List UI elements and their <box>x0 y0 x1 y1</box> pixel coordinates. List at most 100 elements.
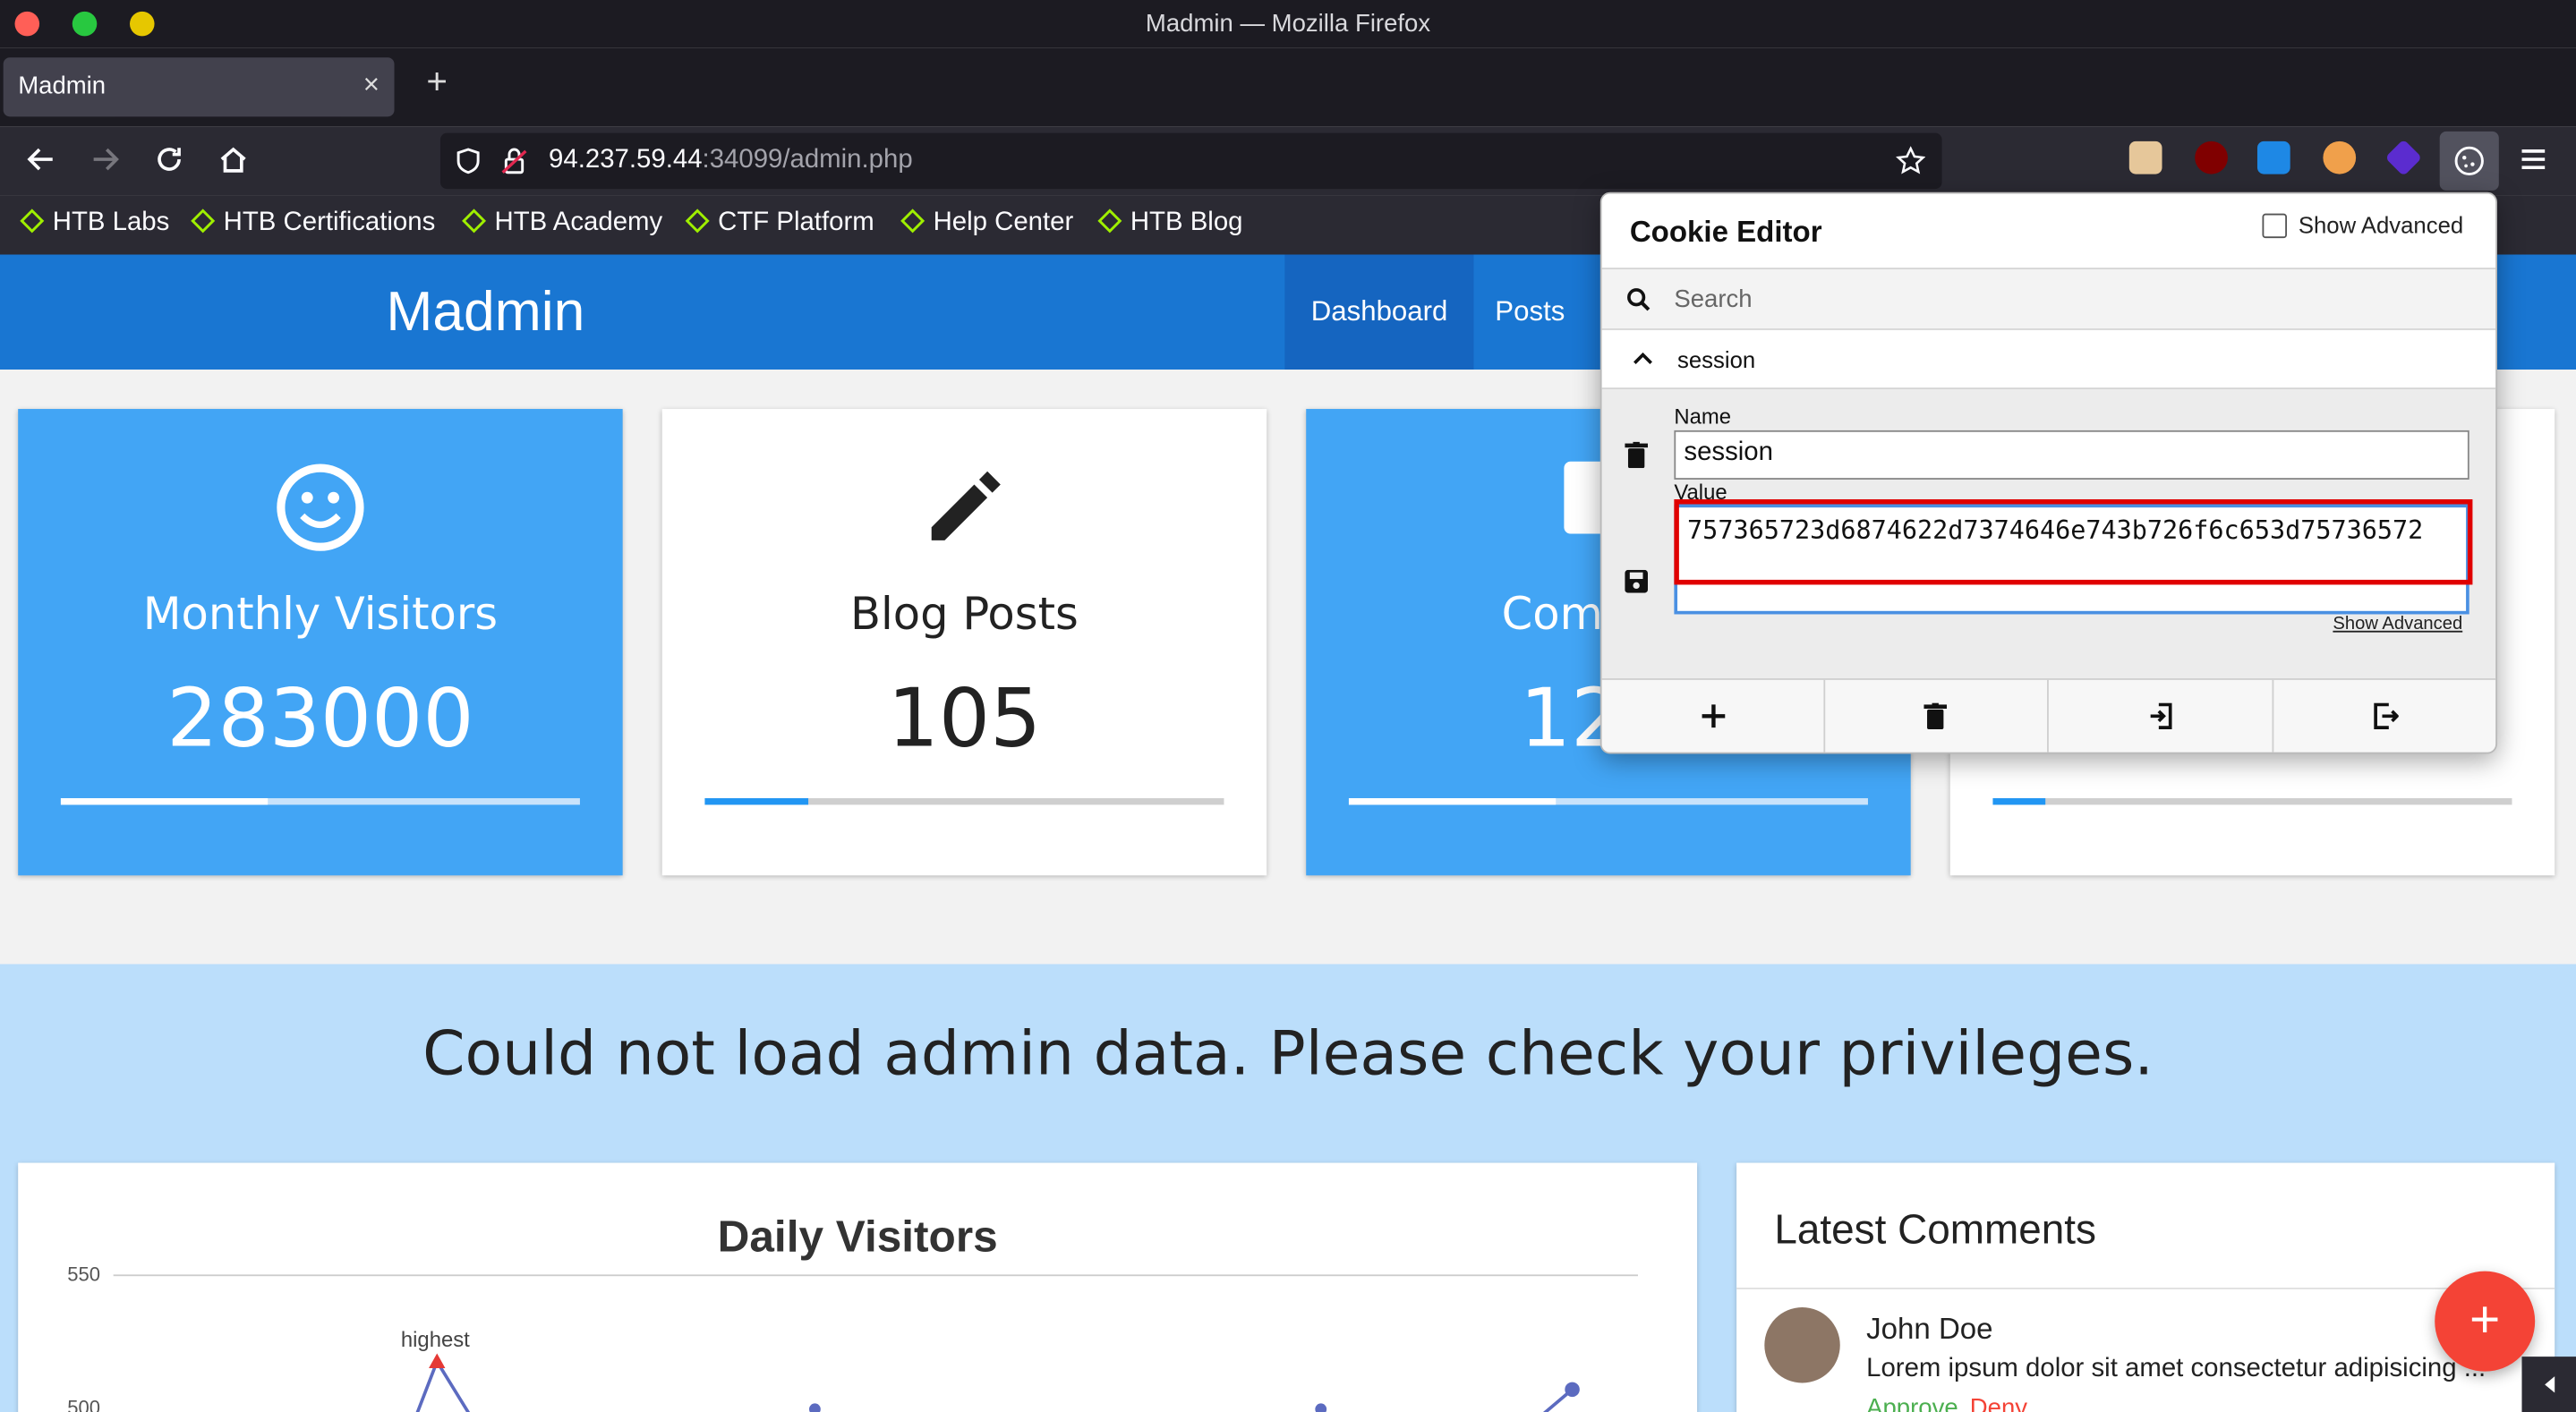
sidebar-toggle[interactable] <box>2521 1357 2576 1412</box>
cookie-name-input[interactable]: session <box>1674 430 2469 480</box>
latest-comments-panel: Latest Comments John Doe Lorem ipsum dol… <box>1736 1162 2555 1412</box>
cookie-icon <box>2454 146 2484 176</box>
menu-dashboard[interactable]: Dashboard <box>1284 254 1474 370</box>
progress-fill <box>1992 798 2045 805</box>
smile-icon <box>277 464 364 551</box>
caret-left-icon <box>2545 1376 2555 1393</box>
data-point <box>808 1403 821 1412</box>
reload-icon <box>158 148 181 171</box>
bookmark-htb-academy[interactable]: HTB Academy <box>462 208 662 238</box>
card-title: Blog Posts <box>850 589 1079 641</box>
extension-cookie-icon[interactable] <box>2323 140 2357 174</box>
stat-card-blog-posts: Blog Posts 105 <box>661 409 1267 876</box>
close-tab-icon[interactable]: × <box>363 69 380 102</box>
highlight-box <box>1674 498 2473 585</box>
add-cookie-button[interactable] <box>1602 679 1826 753</box>
comment-author: John Doe <box>1866 1312 1993 1346</box>
browser-tab[interactable]: Madmin × <box>3 57 395 117</box>
cookie-editor-popup: Cookie Editor Show Advanced Search sessi… <box>1599 191 2497 754</box>
home-button[interactable] <box>215 143 251 179</box>
bookmark-label: CTF Platform <box>718 208 874 237</box>
show-advanced-link[interactable]: Show Advanced <box>2333 614 2462 634</box>
back-button[interactable] <box>23 143 59 179</box>
bookmark-star-icon[interactable] <box>1896 146 1926 175</box>
bookmark-htb-blog[interactable]: HTB Blog <box>1097 208 1243 238</box>
shield-icon[interactable] <box>454 146 483 175</box>
show-advanced-label[interactable]: Show Advanced <box>2299 212 2463 238</box>
cookie-editor-header: Cookie Editor Show Advanced <box>1601 193 2496 270</box>
forward-button[interactable] <box>87 143 123 179</box>
progress-fill <box>1348 798 1557 805</box>
search-icon <box>1627 288 1651 311</box>
extension-s-icon[interactable] <box>2256 140 2290 174</box>
cookie-search-field[interactable]: Search <box>1601 269 2496 330</box>
bookmark-label: HTB Certifications <box>223 208 436 237</box>
import-button[interactable] <box>2051 679 2274 753</box>
progress-bar <box>1992 798 2512 805</box>
chevron-up-icon <box>1633 352 1652 364</box>
approve-link[interactable]: Approve <box>1866 1394 1958 1412</box>
progress-bar <box>1348 798 1868 805</box>
url-text: 94.237.59.44:34099/admin.php <box>549 146 913 175</box>
show-advanced-checkbox[interactable] <box>2262 213 2288 239</box>
trash-icon[interactable] <box>1625 441 1649 469</box>
url-path: :34099/admin.php <box>702 146 913 174</box>
bookmark-htb-labs[interactable]: HTB Labs <box>20 208 170 238</box>
divider <box>1736 1288 2555 1289</box>
bookmark-ctf-platform[interactable]: CTF Platform <box>685 208 874 238</box>
comments-title: Latest Comments <box>1774 1207 2096 1254</box>
export-button[interactable] <box>2273 680 2495 753</box>
delete-all-button[interactable] <box>1825 679 2049 753</box>
series-line <box>415 1357 471 1412</box>
banner-message: Could not load admin data. Please check … <box>422 1018 2154 1089</box>
extension-diamond-icon[interactable] <box>2384 139 2423 176</box>
cookie-editor-title: Cookie Editor <box>1629 215 1822 249</box>
home-icon <box>220 147 246 173</box>
add-fab-button[interactable]: + <box>2435 1271 2536 1372</box>
htb-cube-icon <box>1097 208 1122 234</box>
window-title: Madmin — Mozilla Firefox <box>1145 10 1431 38</box>
comment-text: Lorem ipsum dolor sit amet consectetur a… <box>1866 1355 2486 1383</box>
bookmark-label: HTB Blog <box>1130 208 1243 237</box>
ublock-icon[interactable] <box>2195 140 2228 174</box>
trash-icon <box>1923 702 1948 729</box>
line-series <box>415 1353 1580 1412</box>
window-titlebar: Madmin — Mozilla Firefox <box>0 0 2576 48</box>
plus-icon <box>1702 704 1726 728</box>
data-point <box>1315 1403 1327 1412</box>
search-placeholder: Search <box>1674 285 1753 314</box>
cookie-detail: Name session Value 757365723d6874622d737… <box>1601 389 2496 679</box>
forward-arrow-icon <box>93 148 119 171</box>
card-title: Monthly Visitors <box>142 589 499 641</box>
htb-cube-icon <box>191 208 216 234</box>
url-host: 94.237.59.44 <box>549 146 703 174</box>
cookie-row-name: session <box>1677 346 1756 373</box>
import-icon <box>2150 702 2172 729</box>
htb-cube-icon <box>20 208 45 234</box>
save-icon[interactable] <box>1625 569 1649 593</box>
deny-link[interactable]: Deny <box>1970 1394 2027 1412</box>
bookmark-label: HTB Labs <box>52 208 170 237</box>
pencil-icon <box>931 471 1001 540</box>
hamburger-icon <box>2521 149 2546 170</box>
new-tab-button[interactable]: + <box>419 61 455 104</box>
url-bar[interactable]: 94.237.59.44:34099/admin.php <box>439 132 1942 190</box>
htb-cube-icon <box>462 208 487 234</box>
nav-toolbar: 94.237.59.44:34099/admin.php <box>0 126 2576 196</box>
bookmark-htb-certifications[interactable]: HTB Certifications <box>191 208 436 238</box>
cookie-row-session[interactable]: session <box>1601 329 2496 390</box>
bookmark-help-center[interactable]: Help Center <box>900 208 1073 238</box>
card-value: 105 <box>887 671 1042 766</box>
reload-button[interactable] <box>151 143 187 179</box>
cookie-editor-extension-button[interactable] <box>2439 131 2499 191</box>
extension-badger-icon[interactable] <box>2128 140 2162 174</box>
tab-strip: Madmin × + <box>0 47 2576 127</box>
name-label: Name <box>1674 404 1732 430</box>
menu-posts[interactable]: Posts <box>1469 255 1591 370</box>
app-menu-button[interactable] <box>2515 143 2551 179</box>
site-brand[interactable]: Madmin <box>386 281 584 345</box>
insecure-lock-icon[interactable] <box>499 146 529 175</box>
plus-icon: + <box>2469 1289 2501 1348</box>
progress-bar <box>60 798 580 805</box>
daily-visitors-panel: Daily Visitors 550 500 highest <box>18 1162 1698 1412</box>
